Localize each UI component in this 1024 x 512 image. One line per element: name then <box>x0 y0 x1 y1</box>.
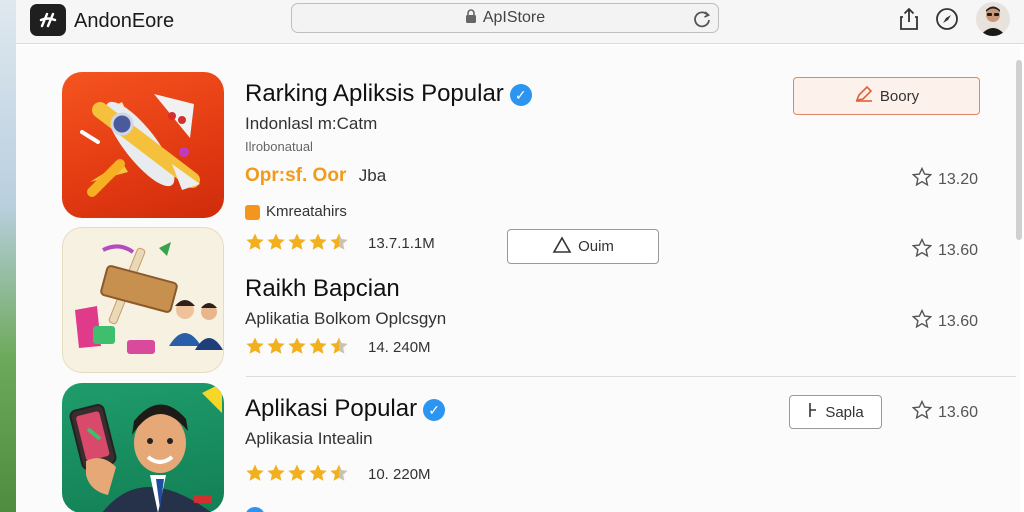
star-outline-icon[interactable] <box>911 237 933 263</box>
app-icon-person[interactable] <box>62 383 224 512</box>
app-3-title[interactable]: Aplikasi Popular <box>245 395 417 422</box>
app-1-primary-button[interactable]: Boory <box>793 77 980 115</box>
rating-star-icon <box>245 463 265 488</box>
rating-star-icon <box>287 463 307 488</box>
lock-icon <box>465 8 477 28</box>
rating-row-2: 13.60 <box>911 237 979 263</box>
rating-value-4: 13.60 <box>938 403 979 421</box>
star-outline-icon[interactable] <box>911 399 933 425</box>
next-item-badge <box>245 507 265 512</box>
triangle-icon <box>552 235 572 258</box>
app-store-window: AndonEore ApIStore Rarking Apliksis Popu… <box>0 0 1024 512</box>
bookmark-icon <box>807 401 819 423</box>
app-3-button[interactable]: Sapla <box>789 395 882 429</box>
rating-star-icon <box>308 463 328 488</box>
app-1-primary-label: Boory <box>879 87 920 105</box>
rating-value-1: 13.20 <box>938 170 979 188</box>
verified-icon: ✓ <box>423 398 446 421</box>
app-2-subtitle: Aplikatia Bolkom Oplcsgyn <box>245 309 447 328</box>
avatar[interactable] <box>976 2 1010 36</box>
address-text: ApIStore <box>482 9 546 26</box>
top-bar: AndonEore ApIStore <box>16 0 1024 44</box>
rating-star-icon <box>308 336 328 361</box>
app-1-tag: Kmreatahirs <box>245 203 347 220</box>
rating-star-icon <box>287 232 307 257</box>
rating-star-icon <box>266 232 286 257</box>
rating-star-icon <box>329 336 349 361</box>
app-3-subtitle: Aplikasia Intealin <box>245 429 373 448</box>
app-3-stars <box>245 463 349 488</box>
verified-icon: ✓ <box>509 83 532 106</box>
rating-star-icon <box>308 232 328 257</box>
app-logo-icon[interactable] <box>30 4 66 36</box>
app-1-title-row: Rarking Apliksis Popular ✓ <box>245 80 532 108</box>
app-2-rating-count: 14. 240M <box>368 339 431 356</box>
address-bar[interactable]: ApIStore <box>291 3 719 33</box>
app-1-highlight: Opr:sf. Oor <box>245 165 347 186</box>
app-icon-rocket[interactable] <box>62 72 224 218</box>
app-2-stars <box>245 336 349 361</box>
rating-star-icon <box>266 336 286 361</box>
app-3-button-label: Sapla <box>825 403 864 421</box>
rating-star-icon <box>245 336 265 361</box>
app-2-title[interactable]: Raikh Bapcian <box>245 275 400 303</box>
app-1-rating-count: 13.7.1.1M <box>368 235 435 252</box>
app-icon-sign[interactable] <box>62 227 224 373</box>
app-1-title[interactable]: Rarking Apliksis Popular <box>245 80 504 107</box>
rating-value-3: 13.60 <box>938 312 979 330</box>
rating-star-icon <box>329 232 349 257</box>
rating-star-icon <box>266 463 286 488</box>
background-strip <box>0 0 16 512</box>
star-outline-icon[interactable] <box>911 308 933 334</box>
rating-value-2: 13.60 <box>938 241 979 259</box>
star-outline-icon[interactable] <box>911 166 933 192</box>
app-name: AndonEore <box>74 10 175 32</box>
app-1-tag-label: Kmreatahirs <box>266 203 347 220</box>
divider <box>246 376 1016 377</box>
app-1-subtitle: Indonlasl m:Catm <box>245 114 378 133</box>
rating-row-3: 13.60 <box>911 308 979 334</box>
scrollbar[interactable] <box>1016 60 1022 240</box>
share-icon[interactable] <box>896 6 922 32</box>
app-3-rating-count: 10. 220M <box>368 466 431 483</box>
tag-icon <box>245 204 260 220</box>
rating-star-icon <box>287 336 307 361</box>
app-1-highlight-rest: Jba <box>358 166 387 185</box>
app-1-secondary-label: Ouim <box>578 238 614 255</box>
rating-row-4: 13.60 <box>911 399 979 425</box>
rating-row-1: 13.20 <box>911 166 979 192</box>
reload-icon[interactable] <box>692 9 712 29</box>
app-list: Rarking Apliksis Popular ✓ Indonlasl m:Ca… <box>16 45 1020 512</box>
app-1-stars <box>245 232 349 257</box>
app-1-secondary-button[interactable]: Ouim <box>507 229 659 264</box>
rating-star-icon <box>329 463 349 488</box>
app-3-title-row: Aplikasi Popular ✓ <box>245 395 446 423</box>
pencil-icon <box>854 85 874 107</box>
app-1-highlight-row: Opr:sf. Oor Jba <box>245 165 386 187</box>
app-1-subtitle-2: Ilrobonatual <box>245 139 313 154</box>
compass-icon[interactable] <box>934 6 960 32</box>
rating-star-icon <box>245 232 265 257</box>
